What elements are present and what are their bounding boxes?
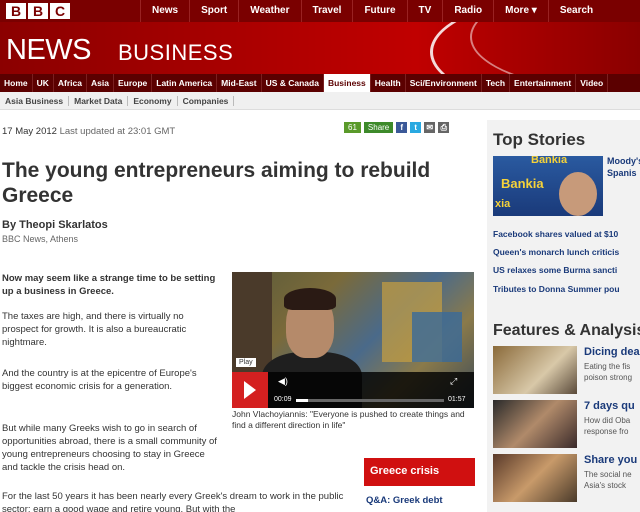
top-story-person bbox=[559, 172, 597, 216]
top-story-caption-line-1: Moody's bbox=[607, 156, 640, 166]
email-icon[interactable]: ✉ bbox=[424, 122, 436, 133]
play-icon[interactable] bbox=[244, 381, 256, 399]
topnav-radio[interactable]: Radio bbox=[442, 0, 493, 22]
topnav-tv[interactable]: TV bbox=[406, 0, 443, 22]
banner-swoosh-graphic-2 bbox=[470, 22, 640, 74]
topnav-future[interactable]: Future bbox=[352, 0, 406, 22]
secnav-mid-east[interactable]: Mid-East bbox=[217, 74, 262, 92]
news-logo[interactable]: NEWS bbox=[6, 34, 92, 67]
facebook-icon[interactable]: f bbox=[396, 122, 408, 133]
top-story-caption[interactable]: Moody's Spanis bbox=[607, 155, 640, 179]
greece-crisis-box[interactable]: Greece crisis bbox=[364, 458, 475, 486]
secnav-africa[interactable]: Africa bbox=[54, 74, 87, 92]
share-count: 61 bbox=[344, 122, 361, 133]
video-progress-fill bbox=[296, 399, 308, 402]
share-button[interactable]: Share bbox=[363, 122, 394, 133]
secnav-europe[interactable]: Europe bbox=[114, 74, 153, 92]
video-controls bbox=[232, 372, 474, 408]
article-meta: 17 May 2012 Last updated at 23:01 GMT bbox=[2, 126, 175, 137]
article-para-2: The taxes are high, and there is virtual… bbox=[2, 311, 187, 348]
secnav-asia[interactable]: Asia bbox=[87, 74, 114, 92]
news-business-banner: NEWS BUSINESS bbox=[0, 22, 640, 74]
secnav-sci-environment[interactable]: Sci/Environment bbox=[406, 74, 482, 92]
video-total-time: 01:57 bbox=[448, 396, 466, 403]
video-caption: John Vlachoyiannis: "Everyone is pushed … bbox=[232, 409, 465, 430]
feature-summary-line: How did Oba bbox=[584, 416, 631, 425]
top-story-image[interactable]: Bankia Bankia xia bbox=[493, 156, 603, 216]
print-icon[interactable]: ⎙ bbox=[438, 122, 450, 133]
fullscreen-icon[interactable]: ⤢ bbox=[450, 376, 457, 387]
video-current-time: 00:09 bbox=[274, 396, 292, 403]
top-story-image-text-1: Bankia bbox=[501, 176, 544, 191]
secnav-entertainment[interactable]: Entertainment bbox=[510, 74, 577, 92]
top-nav: News Sport Weather Travel Future TV Radi… bbox=[140, 0, 604, 22]
video-player[interactable]: Play ◀) ⤢ 00:09 01:57 bbox=[232, 272, 474, 408]
feature-image-3[interactable] bbox=[493, 454, 577, 502]
feature-headline[interactable]: 7 days qu bbox=[584, 400, 635, 412]
top-story-link[interactable]: Tributes to Donna Summer pou bbox=[493, 284, 620, 294]
topnav-news[interactable]: News bbox=[140, 0, 189, 22]
feature-image-2[interactable] bbox=[493, 400, 577, 448]
topnav-sport[interactable]: Sport bbox=[189, 0, 238, 22]
bbc-logo-letter-b1: B bbox=[6, 3, 26, 19]
feature-headline[interactable]: Share you bbox=[584, 454, 637, 466]
topnav-travel[interactable]: Travel bbox=[300, 0, 353, 22]
search-input[interactable]: Search bbox=[547, 0, 604, 22]
feature-summary-line: Eating the fis bbox=[584, 362, 631, 371]
feature-image-1[interactable] bbox=[493, 346, 577, 394]
secnav-tech[interactable]: Tech bbox=[482, 74, 511, 92]
article-byline: By Theopi Skarlatos bbox=[2, 219, 108, 231]
secnav-video[interactable]: Video bbox=[576, 74, 609, 92]
feature-summary-line: poison strong bbox=[584, 373, 633, 382]
feature-headline[interactable]: Dicing dea bbox=[584, 346, 640, 358]
secnav-latin-america[interactable]: Latin America bbox=[152, 74, 218, 92]
subnav-economy[interactable]: Economy bbox=[128, 95, 178, 106]
top-story-image-text-3: xia bbox=[495, 198, 511, 210]
video-person-hair bbox=[284, 288, 336, 310]
video-bg-shape-3 bbox=[412, 312, 462, 362]
video-progress-track[interactable] bbox=[296, 399, 444, 402]
feature-summary-line: Asia's stock bbox=[584, 481, 626, 490]
sub-nav: Asia Business Market Data Economy Compan… bbox=[0, 92, 640, 110]
article-para-1: Now may seem like a strange time to be s… bbox=[2, 273, 216, 297]
bbc-logo-letter-c: C bbox=[50, 3, 70, 19]
article-headline: The young entrepreneurs aiming to rebuil… bbox=[2, 159, 431, 207]
topnav-more[interactable]: More ▾ bbox=[493, 0, 548, 22]
subnav-market-data[interactable]: Market Data bbox=[69, 95, 129, 106]
section-nav: Home UK Africa Asia Europe Latin America… bbox=[0, 74, 640, 92]
volume-icon[interactable]: ◀) bbox=[278, 376, 288, 387]
business-section-title[interactable]: BUSINESS bbox=[118, 40, 233, 66]
article-para-5: For the last 50 years it has been nearly… bbox=[2, 491, 344, 512]
secnav-health[interactable]: Health bbox=[371, 74, 406, 92]
greek-debt-link[interactable]: Q&A: Greek debt bbox=[366, 495, 443, 506]
secnav-home[interactable]: Home bbox=[0, 74, 33, 92]
secnav-uk[interactable]: UK bbox=[33, 74, 54, 92]
article-para-4: But while many Greeks wish to go in sear… bbox=[2, 423, 217, 473]
feature-summary-line: The social ne bbox=[584, 470, 632, 479]
play-label: Play bbox=[236, 358, 256, 367]
topnav-weather[interactable]: Weather bbox=[238, 0, 300, 22]
secnav-business[interactable]: Business bbox=[323, 74, 371, 92]
subnav-companies[interactable]: Companies bbox=[178, 95, 235, 106]
article-para-3: And the country is at the epicentre of E… bbox=[2, 368, 197, 392]
bbc-top-bar: B B C News Sport Weather Travel Future T… bbox=[0, 0, 640, 22]
twitter-icon[interactable]: t bbox=[410, 122, 422, 133]
subnav-asia-business[interactable]: Asia Business bbox=[0, 95, 70, 106]
top-story-link[interactable]: Queen's monarch lunch criticis bbox=[493, 247, 619, 257]
top-story-link[interactable]: Facebook shares valued at $10 bbox=[493, 229, 618, 239]
top-story-image-text-2: Bankia bbox=[531, 156, 568, 166]
top-story-caption-line-2: Spanis bbox=[607, 168, 637, 178]
article-date: 17 May 2012 bbox=[2, 126, 57, 137]
feature-summary-line: response fro bbox=[584, 427, 629, 436]
top-stories-title: Top Stories bbox=[493, 130, 586, 149]
article-updated: Last updated at 23:01 GMT bbox=[59, 126, 176, 137]
secnav-us-canada[interactable]: US & Canada bbox=[262, 74, 324, 92]
bbc-logo[interactable]: B B C bbox=[6, 3, 70, 19]
share-tools: 61 Share f t ✉ ⎙ bbox=[344, 122, 450, 133]
bbc-logo-letter-b2: B bbox=[28, 3, 48, 19]
top-story-link[interactable]: US relaxes some Burma sancti bbox=[493, 265, 617, 275]
video-bg-shape-1 bbox=[232, 272, 272, 372]
features-analysis-title: Features & Analysis bbox=[493, 322, 640, 339]
article-byline-location: BBC News, Athens bbox=[2, 234, 79, 244]
